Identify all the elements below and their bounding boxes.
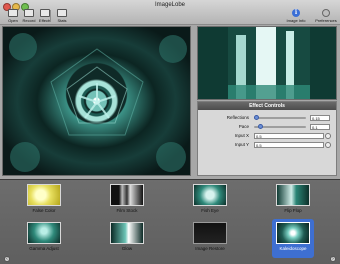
effect-label-image-restore: Image Restore: [195, 246, 225, 251]
stats-icon: [57, 9, 67, 17]
effect-thumb-film-stock[interactable]: [110, 184, 144, 206]
stats-label: Stats: [57, 18, 67, 23]
pace-slider-knob[interactable]: [258, 124, 263, 129]
reflections-label: Reflections: [226, 115, 249, 120]
kaleidoscope-pattern: [9, 33, 187, 172]
input-x-field[interactable]: 0.5: [254, 133, 324, 139]
effect-label-gamma-adjust: Gamma Adjust: [29, 246, 59, 251]
reflections-value-field[interactable]: 0.15: [310, 115, 330, 121]
effects-browser: False Color Film Stock Fish Eye Flip Flo…: [0, 179, 340, 264]
scroll-left-arrow-icon[interactable]: ‹: [4, 256, 10, 262]
effect-thumb-image-restore[interactable]: [193, 222, 227, 244]
preferences-button[interactable]: Preferences: [312, 9, 340, 23]
open-icon: [8, 9, 18, 17]
pace-value-field[interactable]: 0.1: [310, 124, 330, 130]
effect-label-flip-flop: Flip Flop: [284, 208, 302, 213]
image-info-button[interactable]: i Image Info: [283, 9, 309, 23]
effect-thumb-flip-flop[interactable]: [276, 184, 310, 206]
app-window: ImageLobe Open Record Effects Stats i Im…: [0, 0, 340, 264]
effect-label-fish-eye: Fish Eye: [201, 208, 219, 213]
reflections-slider[interactable]: [254, 115, 306, 120]
image-info-label: Image Info: [286, 18, 306, 23]
pace-label: Pace: [238, 124, 249, 129]
preferences-icon: [322, 9, 330, 17]
effect-label-false-color: False Color: [32, 208, 56, 213]
pace-slider[interactable]: [254, 124, 306, 129]
stats-button[interactable]: Stats: [51, 9, 73, 23]
effects-icon: [40, 9, 50, 17]
effect-controls-panel: Effect Controls Reflections 0.15 Pace 0.…: [197, 101, 337, 176]
record-icon: [24, 9, 34, 17]
reflections-control: Reflections 0.15: [198, 114, 336, 122]
input-y-picker-button[interactable]: [325, 142, 331, 148]
effect-thumb-glow[interactable]: [110, 222, 144, 244]
effect-thumb-false-color[interactable]: [27, 184, 61, 206]
input-y-label: Input Y: [234, 142, 249, 147]
waterfall-scene: [198, 27, 336, 99]
effect-thumb-fish-eye[interactable]: [193, 184, 227, 206]
input-x-label: Input X: [234, 133, 249, 138]
source-preview-image: [197, 26, 337, 100]
title-bar: ImageLobe Open Record Effects Stats i Im…: [0, 0, 340, 25]
scroll-right-arrow-icon[interactable]: ›: [330, 256, 336, 262]
input-y-field[interactable]: 0.5: [254, 142, 324, 148]
effect-thumb-kaleidoscope[interactable]: [276, 222, 310, 244]
preferences-label: Preferences: [315, 18, 337, 23]
reflections-slider-knob[interactable]: [254, 115, 259, 120]
input-x-control: Input X 0.5: [198, 132, 336, 140]
info-icon: i: [292, 9, 300, 17]
effect-label-kaleidoscope: Kaleidoscope: [279, 246, 307, 251]
pace-control: Pace 0.1: [198, 123, 336, 131]
main-image-view: [2, 26, 191, 176]
effect-label-film-stock: Film Stock: [116, 208, 138, 213]
input-x-picker-button[interactable]: [325, 133, 331, 139]
window-title: ImageLobe: [154, 2, 186, 8]
effect-controls-title: Effect Controls: [198, 102, 336, 110]
effect-label-glow: Glow: [121, 246, 133, 251]
input-y-control: Input Y 0.5: [198, 141, 336, 149]
effect-thumb-gamma-adjust[interactable]: [27, 222, 61, 244]
